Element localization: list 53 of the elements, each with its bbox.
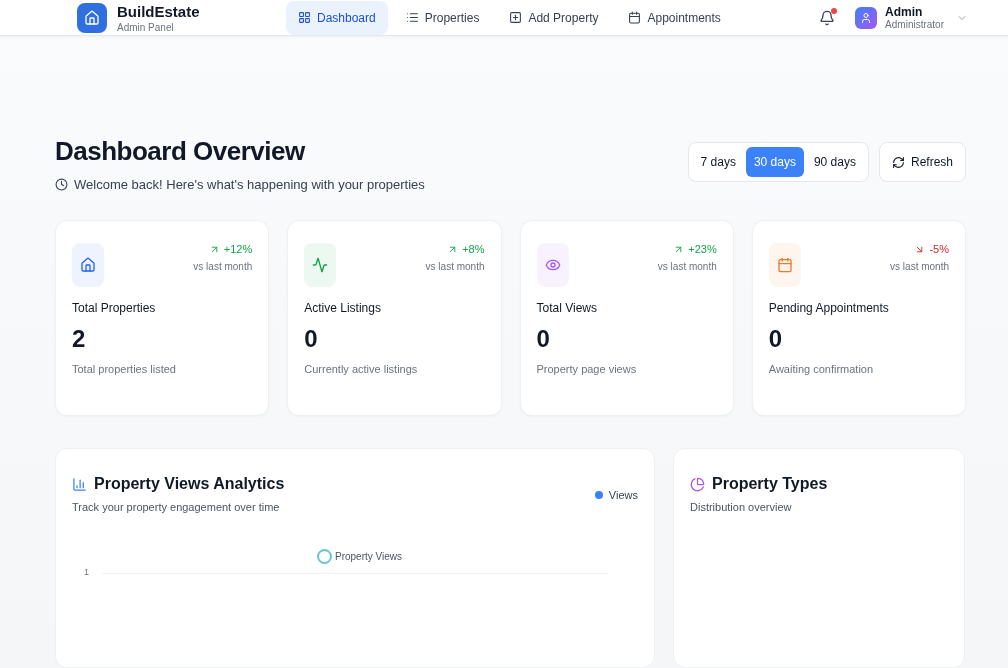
range-button[interactable]: 30 days bbox=[745, 147, 804, 177]
stat-value: 0 bbox=[304, 325, 319, 353]
series-label: Property Views bbox=[335, 551, 403, 562]
user-role: Administrator bbox=[885, 19, 944, 30]
grid-icon bbox=[298, 11, 311, 24]
clock-icon bbox=[55, 178, 68, 191]
trend-compare: vs last month bbox=[657, 261, 717, 272]
nav-tab[interactable]: Dashboard bbox=[286, 0, 388, 35]
trend-compare: vs last month bbox=[425, 261, 485, 272]
trend-change: +23% bbox=[688, 243, 717, 255]
plus-square-icon bbox=[509, 11, 523, 24]
stat-label: Total Properties bbox=[72, 301, 157, 315]
stat-caption: Awaiting confirmation bbox=[768, 363, 875, 375]
trend-compare: vs last month bbox=[193, 261, 253, 272]
brand-subtitle: Admin Panel bbox=[117, 21, 175, 33]
stat-caption: Total properties listed bbox=[72, 363, 177, 375]
notification-bell-icon[interactable] bbox=[819, 9, 836, 26]
brand-name: BuildEstate bbox=[117, 2, 200, 20]
series-marker-icon bbox=[317, 549, 332, 564]
stat-value: 0 bbox=[536, 325, 551, 353]
stat-caption: Property page views bbox=[536, 363, 638, 375]
nav-tab[interactable]: Properties bbox=[393, 0, 492, 35]
stat-value: 2 bbox=[72, 325, 87, 353]
panel-subtitle: Distribution overview bbox=[690, 501, 793, 513]
calendar-icon bbox=[628, 11, 642, 24]
panel-title: Property Types bbox=[712, 475, 828, 493]
y-axis-tick: 1 bbox=[84, 567, 89, 577]
page-subtitle: Welcome back! Here's what's happening with your properties bbox=[74, 177, 425, 192]
page-title: Dashboard Overview bbox=[55, 136, 306, 167]
panel-title: Property Views Analytics bbox=[94, 475, 285, 493]
bar-chart-icon bbox=[72, 476, 87, 492]
stat-label: Pending Appointments bbox=[768, 301, 890, 315]
range-button[interactable]: 7 days bbox=[692, 147, 744, 177]
stat-value: 0 bbox=[768, 325, 784, 353]
trend-change: +12% bbox=[223, 243, 253, 255]
trend-change: +8% bbox=[462, 243, 485, 255]
nav-tab[interactable]: Appointments bbox=[616, 0, 733, 35]
pie-chart-icon bbox=[690, 476, 705, 492]
legend-label: Views bbox=[608, 489, 638, 501]
range-button[interactable]: 90 days bbox=[805, 147, 864, 177]
refresh-icon bbox=[891, 155, 905, 169]
list-icon bbox=[405, 11, 419, 24]
nav-tab[interactable]: Add Property bbox=[497, 0, 611, 35]
stat-caption: Currently active listings bbox=[304, 363, 419, 375]
user-name: Admin bbox=[885, 5, 924, 19]
panel-subtitle: Track your property engagement over time bbox=[72, 501, 281, 513]
refresh-button[interactable]: Refresh bbox=[878, 142, 966, 182]
trend-change: -5% bbox=[929, 243, 949, 255]
trend-compare: vs last month bbox=[890, 261, 949, 272]
legend-dot bbox=[594, 491, 603, 499]
stat-label: Total Views bbox=[536, 301, 598, 315]
stat-label: Active Listings bbox=[304, 301, 382, 315]
user-avatar-icon[interactable] bbox=[855, 6, 878, 29]
